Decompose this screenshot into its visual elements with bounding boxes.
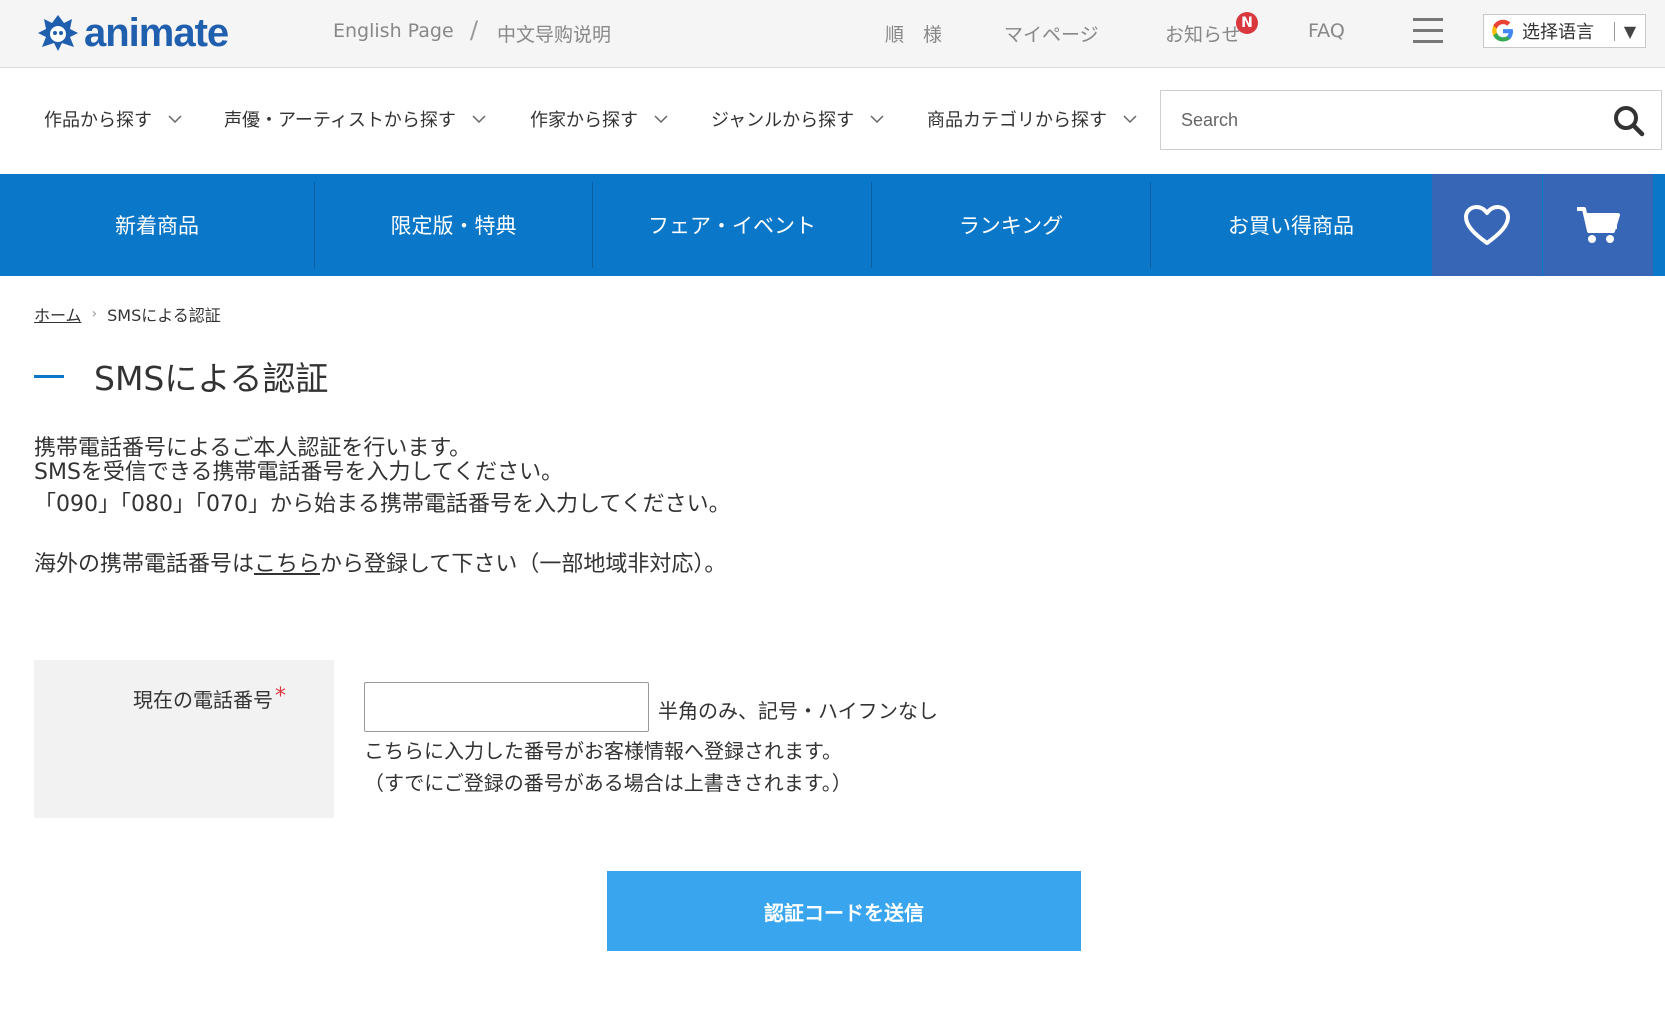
send-verification-code-button[interactable]: 認証コードを送信 [607, 871, 1081, 951]
nav-bargains[interactable]: お買い得商品 [1151, 174, 1431, 276]
search-icon[interactable] [1613, 105, 1645, 137]
phone-note-line-2: （すでにご登録の番号がある場合は上書きされます。） [364, 771, 852, 795]
category-nav: 作品から探す 声優・アーティストから探す 作家から探す ジャンルから探す 商品カ… [0, 68, 1665, 174]
page-title: SMSによる認証 [94, 359, 329, 398]
overseas-registration-link[interactable]: こちら [254, 552, 320, 577]
phone-input-hint: 半角のみ、記号・ハイフンなし [658, 699, 938, 723]
chevron-down-icon [472, 115, 486, 124]
phone-label-cell: 現在の電話番号* [34, 660, 334, 818]
category-label: 商品カテゴリから探す [927, 110, 1107, 131]
category-genres[interactable]: ジャンルから探す [711, 106, 884, 132]
category-label: 作品から探す [44, 110, 152, 131]
required-mark: * [275, 684, 286, 709]
nav-limited-edition[interactable]: 限定版・特典 [315, 174, 592, 276]
overseas-text-after: から登録して下さい（一部地域非対応）。 [320, 552, 727, 577]
link-separator: / [470, 16, 479, 44]
nav-fairs-events[interactable]: フェア・イベント [593, 174, 871, 276]
phone-label-text: 現在の電話番号 [133, 688, 273, 712]
nav-new-arrivals[interactable]: 新着商品 [0, 174, 314, 276]
main-nav: 新着商品 限定版・特典 フェア・イベント ランキング お買い得商品 [0, 174, 1665, 276]
intro-line-3: 「090」「080」「070」から始まる携帯電話番号を入力してください。 [34, 492, 731, 517]
language-label: 选择语言 [1522, 22, 1594, 43]
notice-new-badge: N [1236, 12, 1258, 34]
nav-ranking[interactable]: ランキング [872, 174, 1150, 276]
category-authors[interactable]: 作家から探す [530, 106, 668, 132]
logo-text: animate [84, 10, 229, 55]
chevron-down-icon [168, 115, 182, 124]
breadcrumb-current: SMSによる認証 [107, 306, 221, 325]
category-products[interactable]: 商品カテゴリから探す [927, 106, 1137, 132]
google-g-icon [1492, 19, 1513, 42]
language-selector[interactable]: 选择语言 ▼ [1483, 14, 1646, 48]
search-box [1160, 90, 1662, 150]
category-label: 作家から探す [530, 110, 638, 131]
phone-note-line-1: こちらに入力した番号がお客様情報へ登録されます。 [364, 739, 842, 763]
heart-icon [1464, 205, 1510, 245]
breadcrumb-separator: › [91, 306, 98, 322]
favorites-button[interactable] [1432, 174, 1542, 276]
mypage-link[interactable]: マイページ [1004, 20, 1099, 47]
shopping-cart-icon [1577, 207, 1620, 243]
phone-input-note: こちらに入力した番号がお客様情報へ登録されます。 （すでにご登録の番号がある場合… [364, 735, 852, 799]
chevron-down-icon [1123, 115, 1137, 124]
category-label: ジャンルから探す [711, 110, 855, 131]
intro-line-4: 海外の携帯電話番号はこちらから登録して下さい（一部地域非対応）。 [34, 553, 731, 577]
breadcrumb: ホーム › SMSによる認証 [34, 302, 221, 326]
category-voice-actors[interactable]: 声優・アーティストから探す [224, 106, 486, 132]
chinese-guide-link[interactable]: 中文导购说明 [497, 20, 611, 47]
notice-link[interactable]: お知らせ [1165, 20, 1241, 47]
hamburger-menu-icon[interactable] [1413, 18, 1443, 44]
top-bar: animate English Page / 中文导购说明 順 様 マイページ … [0, 0, 1665, 68]
phone-label: 現在の電話番号* [133, 684, 286, 713]
intro-line-1: 携帯電話番号によるご本人認証を行います。 [34, 436, 472, 461]
animate-logo[interactable]: animate [36, 10, 229, 56]
english-page-link[interactable]: English Page [333, 20, 454, 42]
dropdown-arrow-icon: ▼ [1614, 21, 1645, 41]
faq-link[interactable]: FAQ [1308, 20, 1345, 42]
intro-line-2: SMSを受信できる携帯電話番号を入力してください。 [34, 460, 564, 485]
overseas-text-before: 海外の携帯電話番号は [34, 552, 255, 577]
category-works[interactable]: 作品から探す [44, 106, 182, 132]
search-input[interactable] [1161, 91, 1611, 149]
breadcrumb-home-link[interactable]: ホーム [34, 302, 82, 326]
cart-button[interactable] [1543, 174, 1653, 276]
user-name-link[interactable]: 順 様 [885, 20, 942, 47]
chevron-down-icon [870, 115, 884, 124]
chevron-down-icon [654, 115, 668, 124]
title-accent-line [34, 374, 64, 378]
animate-mascot-icon [38, 15, 78, 51]
intro-text: 携帯電話番号によるご本人認証を行います。 SMSを受信できる携帯電話番号を入力し… [34, 437, 731, 577]
page-title-block: SMSによる認証 [34, 352, 328, 400]
phone-number-input[interactable] [364, 682, 649, 732]
category-label: 声優・アーティストから探す [224, 110, 456, 131]
